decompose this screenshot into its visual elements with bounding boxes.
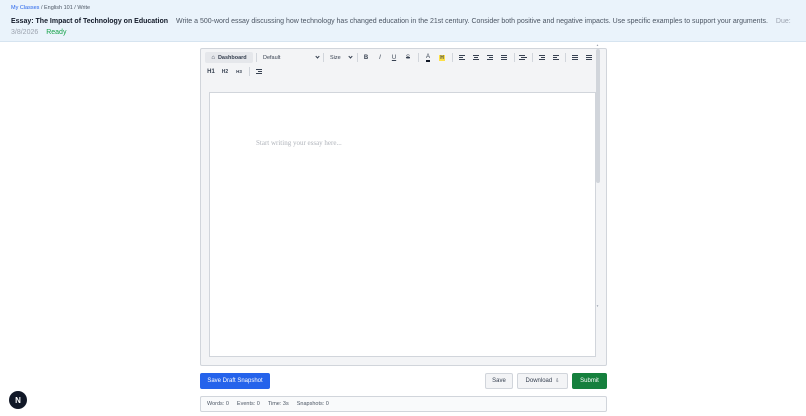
stats-bar: Words: 0 Events: 0 Time: 3s Snapshots: 0	[200, 396, 607, 412]
toolbar-divider	[452, 53, 453, 62]
event-count: Events: 0	[236, 401, 260, 407]
toolbar-divider	[532, 53, 533, 62]
font-select[interactable]: Default	[263, 52, 320, 63]
numbered-list-icon	[586, 55, 592, 60]
indent-icon	[539, 55, 545, 60]
breadcrumb-current: Write	[77, 5, 91, 11]
assignment-description: Write a 500-word essay discussing how te…	[175, 18, 768, 25]
essay-editor: ⌂ Dashboard Default Size B I U S A H H1 …	[200, 48, 607, 366]
save-draft-snapshot-button[interactable]: Save Draft Snapshot	[200, 373, 270, 389]
outdent-icon	[553, 55, 559, 60]
toolbar-divider	[514, 53, 515, 62]
breadcrumb-separator: /	[40, 5, 43, 11]
align-left-icon	[459, 55, 465, 60]
toolbar-divider	[249, 67, 250, 76]
assignment-info: Essay: The Impact of Technology on Educa…	[11, 16, 801, 38]
breadcrumb: My Classes / English 101 / Write	[11, 5, 90, 11]
breadcrumb-my-classes[interactable]: My Classes	[11, 5, 39, 11]
align-left-button[interactable]	[457, 52, 467, 63]
heading-1-button[interactable]: H1	[206, 66, 216, 77]
dashboard-button[interactable]: ⌂ Dashboard	[205, 52, 253, 63]
home-icon: ⌂	[211, 54, 215, 61]
align-center-icon	[473, 55, 479, 60]
save-button[interactable]: Save	[485, 373, 513, 389]
snapshot-count: Snapshots: 0	[296, 401, 329, 407]
toolbar-divider	[357, 53, 358, 62]
outdent-button[interactable]	[551, 52, 561, 63]
assignment-header: My Classes / English 101 / Write Essay: …	[0, 0, 806, 42]
toolbar-divider	[256, 53, 257, 62]
indent-button[interactable]	[537, 52, 547, 63]
align-justify-button[interactable]	[499, 52, 509, 63]
assignment-title: Essay: The Impact of Technology on Educa…	[11, 18, 169, 25]
align-justify-icon	[501, 55, 507, 60]
font-select-value: Default	[263, 54, 281, 61]
download-button[interactable]: Download ⇩	[517, 373, 568, 389]
text-color-icon: A	[425, 53, 430, 62]
clear-format-icon	[256, 69, 262, 74]
align-center-button[interactable]	[471, 52, 481, 63]
chevron-down-icon	[315, 54, 320, 59]
download-label: Download	[525, 378, 553, 384]
chevron-down-icon	[348, 54, 353, 59]
toolbar-divider	[418, 53, 419, 62]
editor-placeholder: Start writing your essay here...	[256, 139, 342, 147]
strikethrough-button[interactable]: S	[403, 52, 413, 63]
breadcrumb-separator: /	[74, 5, 76, 11]
highlight-icon: H	[439, 54, 445, 61]
submit-button[interactable]: Submit	[572, 373, 607, 389]
align-right-button[interactable]	[485, 52, 495, 63]
scrollbar-thumb[interactable]	[596, 49, 600, 183]
status-badge: Ready	[46, 29, 67, 36]
scroll-down-icon[interactable]: ▼	[596, 304, 599, 308]
dashboard-label: Dashboard	[217, 54, 247, 61]
size-select[interactable]: Size	[330, 52, 353, 63]
time-elapsed: Time: 3s	[267, 401, 289, 407]
bold-button[interactable]: B	[361, 52, 371, 63]
app-launcher-button[interactable]: N	[9, 391, 27, 409]
blockquote-button[interactable]	[518, 52, 528, 63]
breadcrumb-course: English 101	[44, 5, 73, 11]
text-color-button[interactable]: A	[423, 52, 433, 63]
align-right-icon	[487, 55, 493, 60]
scroll-up-icon[interactable]: ▲	[596, 43, 599, 47]
toolbar-divider	[323, 53, 324, 62]
numbered-list-button[interactable]	[584, 52, 594, 63]
blockquote-icon	[519, 55, 527, 60]
editor-scrollbar[interactable]: ▲ ▼	[595, 43, 601, 308]
highlight-button[interactable]: H	[437, 52, 447, 63]
toolbar-divider	[565, 53, 566, 62]
underline-button[interactable]: U	[389, 52, 399, 63]
download-icon: ⇩	[555, 378, 560, 384]
size-select-value: Size	[330, 54, 341, 61]
bullet-list-icon	[572, 55, 578, 60]
clear-format-button[interactable]	[254, 66, 264, 77]
italic-button[interactable]: I	[375, 52, 385, 63]
essay-text-area[interactable]: Start writing your essay here...	[209, 92, 596, 357]
bullet-list-button[interactable]	[570, 52, 580, 63]
heading-3-button[interactable]: H3	[234, 66, 244, 77]
heading-2-button[interactable]: H2	[220, 66, 230, 77]
word-count: Words: 0	[207, 401, 229, 407]
editor-toolbar: ⌂ Dashboard Default Size B I U S A H H1 …	[201, 49, 606, 79]
